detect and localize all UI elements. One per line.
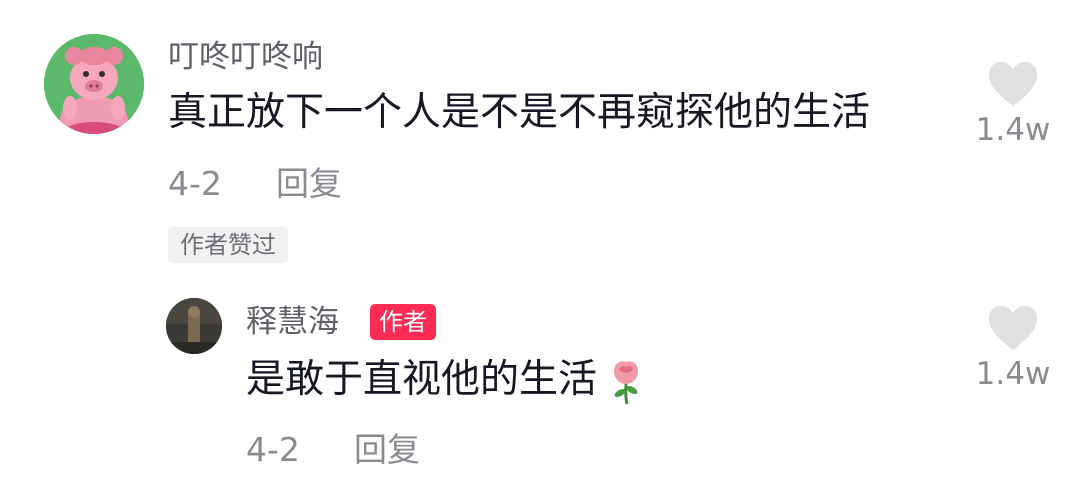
- reply-date: 4-2: [246, 430, 300, 469]
- commenter-username[interactable]: 叮咚叮咚响: [168, 37, 323, 77]
- reply-like-count: 1.4w: [975, 356, 1051, 392]
- author-badge: 作者: [370, 304, 436, 340]
- reply-text: 是敢于直视他的生活: [246, 357, 598, 402]
- reply-text-line: 是敢于直视他的生活: [246, 355, 643, 405]
- reply-reply-button[interactable]: 回复: [354, 430, 420, 470]
- author-liked-badge: 作者赞过: [168, 227, 288, 263]
- cartoon-pig-avatar-icon: [44, 34, 144, 134]
- photo-avatar-icon: [166, 298, 222, 354]
- heart-icon: [989, 306, 1037, 350]
- reply-button[interactable]: 回复: [276, 164, 342, 204]
- replier-avatar[interactable]: [166, 298, 222, 354]
- rose-icon: [614, 360, 639, 404]
- commenter-avatar[interactable]: [44, 34, 144, 134]
- comment-like-count: 1.4w: [975, 112, 1051, 148]
- comment-like-button[interactable]: 1.4w: [968, 60, 1058, 148]
- replier-username[interactable]: 释慧海: [246, 302, 339, 342]
- heart-icon: [989, 62, 1037, 106]
- comment-date: 4-2: [168, 164, 222, 203]
- comment-text: 真正放下一个人是不是不再窥探他的生活: [168, 90, 871, 135]
- reply-like-button[interactable]: 1.4w: [968, 304, 1058, 392]
